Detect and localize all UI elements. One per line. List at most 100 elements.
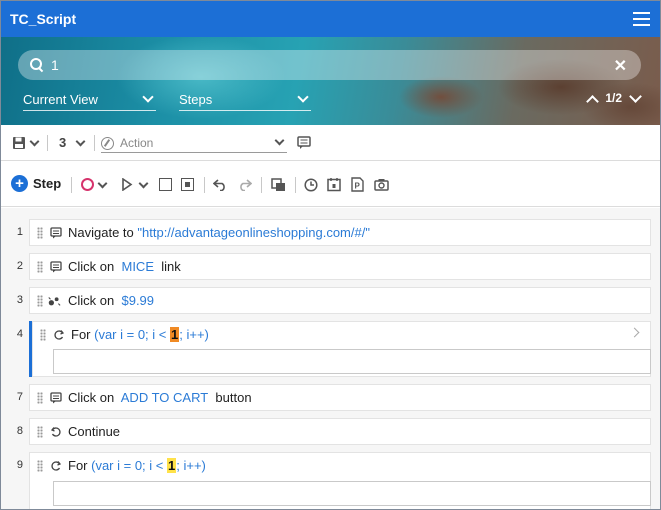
action-placeholder: Action [120,136,154,150]
parameter-icon[interactable]: P [351,177,364,192]
step-verb: Click on [68,293,115,308]
hamburger-menu-icon[interactable] [633,12,650,26]
step-number: 4 [16,328,23,340]
step-text: For (var i = 0; i < 1; i++) [68,458,206,473]
view-dropdown[interactable]: Current View [23,89,156,111]
step-row[interactable]: Click on $9.99 [29,287,651,314]
drag-handle-icon[interactable] [37,227,43,239]
object-repository-icon[interactable] [271,178,286,192]
step-verb: Click on [68,259,115,274]
drag-handle-icon[interactable] [37,392,43,404]
step-keyword: For [68,458,88,473]
toolbar-separator [295,177,296,193]
window-title: TC_Script [10,11,77,27]
step-number: 9 [16,459,23,471]
view-dropdown-label: Current View [23,92,98,107]
add-step-label: Step [33,176,62,191]
expression-start: (var i = 0; i < [94,327,167,342]
chevron-down-icon [142,91,154,103]
drag-handle-icon[interactable] [37,426,43,438]
title-bar: TC_Script [1,1,660,37]
step-object[interactable]: ADD TO CART [121,390,208,405]
continue-icon [50,427,61,437]
record-icon[interactable] [81,178,94,191]
loop-icon [54,330,65,340]
save-icon[interactable] [12,136,26,150]
search-banner: ✕ Current View Steps 1/2 [1,37,660,125]
step-row-selected[interactable]: For (var i = 0; i < 1; i++) [32,321,651,377]
redo-icon[interactable] [237,178,252,191]
search-icon [29,57,45,73]
stop-icon[interactable] [159,178,172,191]
record-chevron-down-icon[interactable] [97,178,108,189]
action-select[interactable]: Action [101,134,287,153]
step-text: Click on $9.99 [68,293,154,308]
clock-icon[interactable] [304,178,318,192]
step-text: Click on ADD TO CART button [68,390,252,405]
toolbar-separator [94,135,95,151]
expression-end: ; i++) [179,327,209,342]
camera-icon[interactable] [374,178,389,191]
comment-icon[interactable] [297,136,311,150]
svg-text:P: P [355,182,361,191]
step-row[interactable]: Click on ADD TO CART button [29,384,651,411]
toolbar-separator [204,177,205,193]
step-number: 3 [16,294,23,306]
plus-icon: + [11,175,28,192]
chevron-down-icon [274,135,285,146]
clear-search-icon[interactable]: ✕ [614,56,627,76]
steps-list: 1 Navigate to "http://advantageonlinesho… [1,208,660,509]
step-number: 7 [16,391,23,403]
add-step-button[interactable]: + Step [11,175,61,192]
level-chevron-down-icon[interactable] [75,136,86,147]
step-suffix: link [161,259,181,274]
step-number: 8 [16,425,23,437]
match-count: 1/2 [605,91,622,105]
step-text: Navigate to "http://advantageonlineshopp… [68,225,370,240]
play-icon[interactable] [121,178,133,191]
step-expression: (var i = 0; i < 1; i++) [91,458,206,473]
drag-handle-icon[interactable] [40,329,46,341]
drag-handle-icon[interactable] [37,261,43,273]
step-verb: Click on [68,390,115,405]
steps-dropdown[interactable]: Steps [179,89,311,111]
step-number: 1 [16,226,23,238]
step-object[interactable]: MICE [121,259,154,274]
loop-body-dropzone[interactable] [53,349,651,374]
step-text: Click on MICE link [68,259,181,274]
play-chevron-down-icon[interactable] [138,178,149,189]
toolbar-top: 3 Action [1,125,660,161]
comment-step-icon [50,261,62,273]
step-url[interactable]: "http://advantageonlineshopping.com/#/" [137,225,370,240]
search-input[interactable] [51,57,591,73]
toolbar-separator [71,177,72,193]
undo-icon[interactable] [213,178,228,191]
step-keyword: For [71,327,91,342]
step-row[interactable]: Click on MICE link [29,253,651,280]
calendar-icon[interactable] [327,177,341,192]
expression-start: (var i = 0; i < [91,458,164,473]
step-row[interactable]: Navigate to "http://advantageonlineshopp… [29,219,651,246]
step-row[interactable]: Continue [29,418,651,445]
filter-row: Current View Steps 1/2 [1,89,660,115]
step-object[interactable]: $9.99 [121,293,154,308]
step-text: For (var i = 0; i < 1; i++) [71,327,209,342]
step-suffix: button [215,390,252,405]
drag-handle-icon[interactable] [37,295,43,307]
next-match-icon[interactable] [630,93,640,103]
toolbar-steps: + Step P [1,161,660,207]
app-window: TC_Script ✕ Current View Steps 1/2 [0,0,661,510]
search-match: 1 [167,458,177,473]
loop-body-dropzone[interactable] [53,481,651,506]
save-chevron-down-icon[interactable] [29,136,40,147]
chevron-down-icon [297,91,309,103]
previous-match-icon[interactable] [587,93,597,103]
level-value[interactable]: 3 [59,135,66,150]
comment-step-icon [50,227,62,239]
drag-handle-icon[interactable] [37,460,43,472]
breakpoint-icon[interactable] [181,178,194,191]
search-box: ✕ [18,50,641,80]
match-navigation: 1/2 [587,91,640,105]
chevron-right-icon[interactable] [629,327,640,338]
step-row[interactable]: For (var i = 0; i < 1; i++) [29,452,651,509]
